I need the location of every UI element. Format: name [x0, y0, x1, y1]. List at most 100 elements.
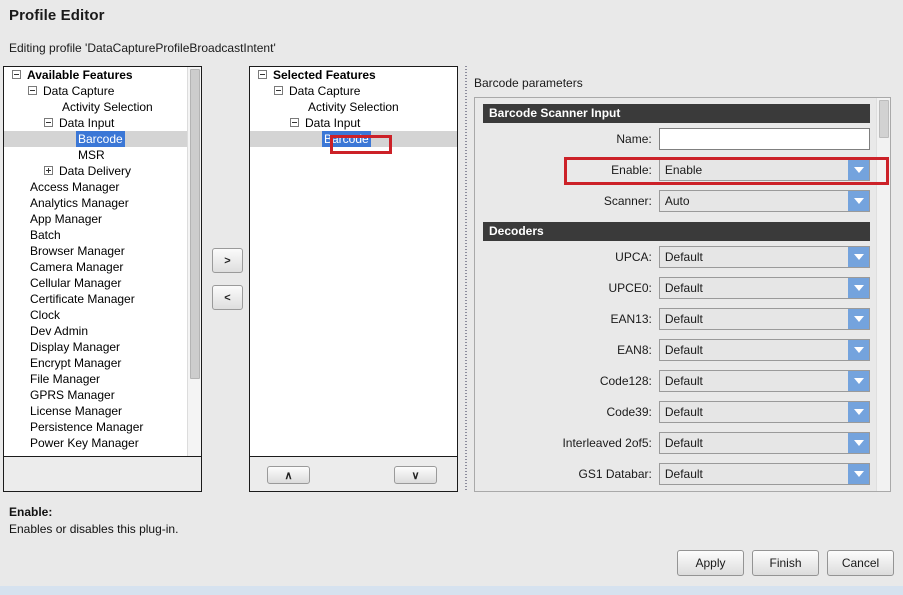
parameter-dropdown[interactable]: Default — [658, 245, 870, 268]
tree-item[interactable]: Barcode — [250, 131, 457, 147]
tree-item[interactable]: Camera Manager — [4, 259, 187, 275]
tree-item[interactable]: Cellular Manager — [4, 275, 187, 291]
chevron-down-icon[interactable] — [848, 370, 869, 391]
tree-item[interactable]: Persistence Manager — [4, 419, 187, 435]
tree-item-label: Batch — [30, 228, 61, 242]
section-header: Decoders — [483, 222, 870, 241]
scrollbar-thumb[interactable] — [190, 69, 200, 379]
chevron-down-icon[interactable] — [848, 246, 869, 267]
parameter-row — [483, 489, 870, 491]
parameter-row: Code39: Default — [483, 396, 870, 427]
tree-item-label: Display Manager — [30, 340, 121, 354]
parameter-dropdown[interactable]: Default — [658, 400, 870, 423]
collapse-icon[interactable] — [258, 70, 267, 80]
collapse-icon[interactable] — [290, 118, 299, 128]
tree-item[interactable]: Batch — [4, 227, 187, 243]
parameter-dropdown[interactable]: Default — [658, 431, 870, 454]
parameter-label: UPCE0: — [608, 280, 652, 295]
collapse-icon[interactable] — [28, 86, 37, 96]
parameters-scrollbar[interactable] — [876, 98, 890, 491]
remove-feature-button[interactable]: < — [212, 285, 243, 310]
available-features-scrollbar[interactable] — [187, 67, 201, 456]
parameter-dropdown[interactable]: Auto — [658, 189, 870, 212]
parameter-label: EAN8: — [617, 342, 652, 357]
tree-item-label: Data Capture — [43, 84, 115, 98]
parameter-label: Enable: — [611, 162, 652, 177]
apply-button[interactable]: Apply — [677, 550, 744, 576]
chevron-down-icon[interactable] — [848, 432, 869, 453]
parameter-dropdown[interactable]: Default — [658, 276, 870, 299]
tree-item-label: Data Input — [59, 116, 115, 130]
tree-item-label: MSR — [78, 148, 105, 162]
tree-item-label: Cellular Manager — [30, 276, 122, 290]
selected-features-tree[interactable]: Selected Features Data Capture Activity Se… — [250, 67, 457, 457]
dropdown-value: Default — [664, 466, 703, 481]
status-strip — [0, 586, 903, 595]
parameter-dropdown[interactable]: Default — [658, 369, 870, 392]
tree-item-label: Data Input — [305, 116, 361, 130]
tree-item[interactable]: Data Input — [250, 115, 457, 131]
chevron-down-icon[interactable] — [848, 339, 869, 360]
tree-item[interactable]: Data Input — [4, 115, 187, 131]
tree-item-label: File Manager — [30, 372, 101, 386]
tree-item[interactable]: Clock — [4, 307, 187, 323]
tree-item[interactable]: Encrypt Manager — [4, 355, 187, 371]
tree-item[interactable]: Available Features — [4, 67, 187, 83]
tree-item[interactable]: MSR — [4, 147, 187, 163]
finish-button[interactable]: Finish — [752, 550, 819, 576]
tree-item[interactable]: Dev Admin — [4, 323, 187, 339]
expand-icon[interactable] — [44, 166, 53, 176]
chevron-down-icon[interactable] — [848, 159, 869, 180]
collapse-icon[interactable] — [12, 70, 21, 80]
chevron-down-icon[interactable] — [848, 190, 869, 211]
tree-item-label: Certificate Manager — [30, 292, 135, 306]
move-up-button[interactable]: ∧ — [267, 466, 310, 484]
name-input[interactable] — [658, 127, 870, 150]
tree-item-label: License Manager — [30, 404, 123, 418]
scrollbar-thumb[interactable] — [879, 100, 889, 138]
add-feature-button[interactable]: > — [212, 248, 243, 273]
cancel-button[interactable]: Cancel — [827, 550, 894, 576]
parameter-row: Enable: Enable — [483, 154, 870, 185]
tree-item[interactable]: Analytics Manager — [4, 195, 187, 211]
tree-item[interactable]: Barcode — [4, 131, 187, 147]
available-features-list[interactable]: Available Features Data Capture Activity S… — [4, 67, 187, 451]
parameter-dropdown[interactable]: Default — [658, 462, 870, 485]
tree-item[interactable]: Data Capture — [250, 83, 457, 99]
parameter-label: EAN13: — [610, 311, 652, 326]
available-features-tree[interactable]: Available Features Data Capture Activity S… — [4, 67, 201, 457]
parameter-dropdown[interactable]: Enable — [658, 158, 870, 181]
tree-item[interactable]: Power Key Manager — [4, 435, 187, 451]
parameter-label: GS1 Databar: — [578, 466, 652, 481]
tree-item[interactable]: File Manager — [4, 371, 187, 387]
tree-item-label: Persistence Manager — [30, 420, 144, 434]
tree-item-label: App Manager — [30, 212, 103, 226]
tree-item-label: Activity Selection — [308, 100, 399, 114]
chevron-down-icon[interactable] — [848, 401, 869, 422]
panel-sash[interactable] — [462, 66, 470, 492]
chevron-down-icon[interactable] — [848, 277, 869, 298]
tree-item[interactable]: Browser Manager — [4, 243, 187, 259]
tree-item[interactable]: Data Delivery — [4, 163, 187, 179]
dropdown-value: Default — [664, 342, 703, 357]
collapse-icon[interactable] — [44, 118, 53, 128]
selected-features-list[interactable]: Selected Features Data Capture Activity Se… — [250, 67, 457, 147]
chevron-down-icon[interactable] — [848, 308, 869, 329]
tree-item[interactable]: Selected Features — [250, 67, 457, 83]
tree-item[interactable]: Data Capture — [4, 83, 187, 99]
tree-item[interactable]: Certificate Manager — [4, 291, 187, 307]
chevron-down-icon[interactable] — [848, 463, 869, 484]
tree-item[interactable]: Access Manager — [4, 179, 187, 195]
tree-item[interactable]: Activity Selection — [250, 99, 457, 115]
tree-item-label: Access Manager — [30, 180, 120, 194]
tree-item[interactable]: Activity Selection — [4, 99, 187, 115]
tree-item[interactable]: App Manager — [4, 211, 187, 227]
parameter-dropdown[interactable]: Default — [658, 307, 870, 330]
tree-item[interactable]: License Manager — [4, 403, 187, 419]
collapse-icon[interactable] — [274, 86, 283, 96]
parameter-label: UPCA: — [615, 249, 652, 264]
parameter-dropdown[interactable]: Default — [658, 338, 870, 361]
tree-item[interactable]: Display Manager — [4, 339, 187, 355]
tree-item[interactable]: GPRS Manager — [4, 387, 187, 403]
move-down-button[interactable]: ∨ — [394, 466, 437, 484]
